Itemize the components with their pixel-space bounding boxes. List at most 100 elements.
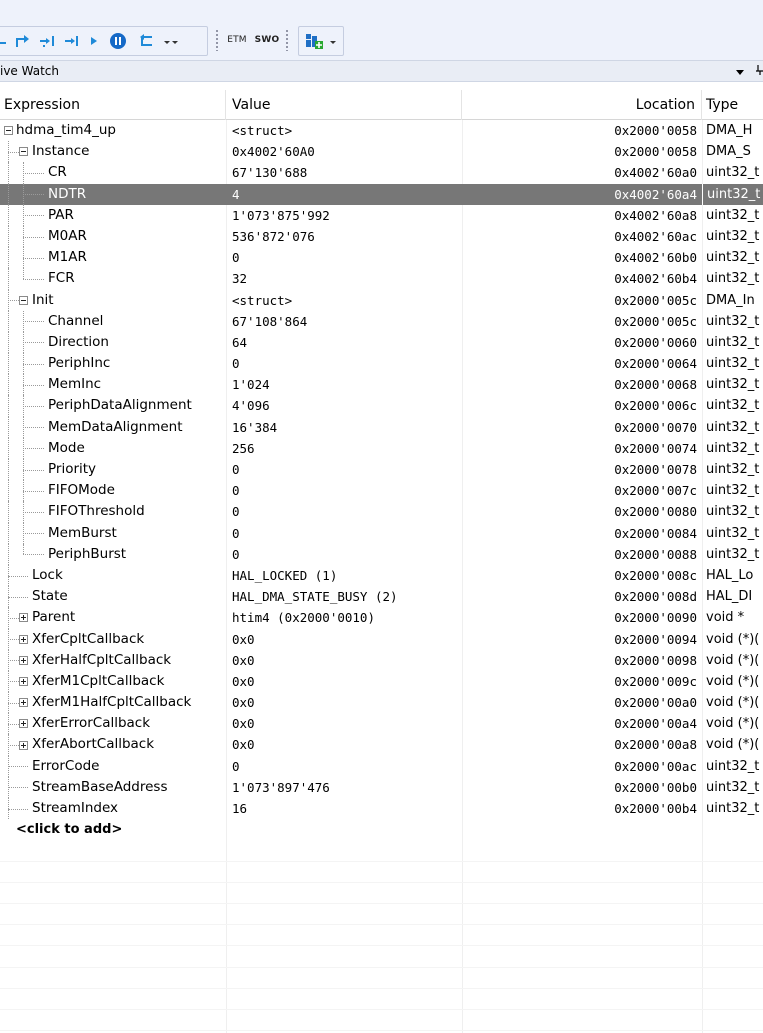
watch-row[interactable]: XferCpltCallback 0x0 0x2000'0094 void (*)( (0, 628, 763, 650)
value-cell[interactable]: <struct> (226, 290, 462, 311)
value-cell[interactable]: 64 (226, 332, 462, 353)
expression-cell[interactable]: XferM1HalfCpltCallback (0, 692, 226, 714)
expression-cell[interactable]: Mode (0, 437, 226, 459)
value-cell[interactable]: 0x0 (226, 734, 462, 755)
watch-row[interactable]: MemInc 1'024 0x2000'0068 uint32_t (0, 374, 763, 396)
step-over-button[interactable] (13, 30, 33, 52)
expression-cell[interactable]: MemDataAlignment (0, 416, 226, 438)
watch-row[interactable]: MemDataAlignment 16'384 0x2000'0070 uint32_… (0, 416, 763, 438)
value-cell[interactable]: 1'024 (226, 374, 462, 395)
watch-row[interactable]: FCR 32 0x4002'60b4 uint32_t (0, 268, 763, 290)
value-cell[interactable]: 16'384 (226, 417, 462, 438)
expression-cell[interactable]: M1AR (0, 247, 226, 269)
value-cell[interactable]: HAL_DMA_STATE_BUSY (2) (226, 586, 462, 607)
expression-cell[interactable]: CR (0, 162, 226, 184)
expression-cell[interactable]: XferAbortCallback (0, 734, 226, 756)
expression-cell[interactable]: hdma_tim4_up (0, 120, 226, 141)
value-cell[interactable]: 0 (226, 480, 462, 501)
expression-cell[interactable]: MemBurst (0, 522, 226, 544)
expression-cell[interactable]: Init (0, 289, 226, 311)
value-cell[interactable]: 4 (226, 184, 462, 205)
watch-row[interactable]: Channel 67'108'864 0x2000'005c uint32_t (0, 310, 763, 332)
value-cell[interactable]: 0 (226, 756, 462, 777)
value-cell[interactable]: 1'073'875'992 (226, 205, 462, 226)
expression-cell[interactable]: MemInc (0, 374, 226, 396)
value-cell[interactable]: 536'872'076 (226, 226, 462, 247)
expression-cell[interactable]: PeriphInc (0, 353, 226, 375)
expression-cell[interactable]: PeriphDataAlignment (0, 395, 226, 417)
watch-row[interactable]: ErrorCode 0 0x2000'00ac uint32_t (0, 755, 763, 777)
stop-debugging-button[interactable] (133, 30, 161, 52)
watch-row[interactable]: PAR 1'073'875'992 0x4002'60a8 uint32_t (0, 204, 763, 226)
value-cell[interactable]: 0 (226, 247, 462, 268)
column-header-expression[interactable]: Expression (0, 90, 226, 120)
value-cell[interactable]: 0 (226, 523, 462, 544)
expression-cell[interactable]: State (0, 586, 226, 608)
expression-cell[interactable]: PeriphBurst (0, 543, 226, 565)
expression-cell[interactable]: Instance (0, 141, 226, 163)
expression-cell[interactable]: M0AR (0, 225, 226, 248)
watch-row[interactable]: hdma_tim4_up <struct> 0x2000'0058 DMA_H (0, 120, 763, 141)
expression-cell[interactable]: XferCpltCallback (0, 628, 226, 650)
expression-cell[interactable]: Direction (0, 331, 226, 354)
watch-row[interactable]: Parent htim4 (0x2000'0010) 0x2000'0090 void… (0, 607, 763, 629)
toolbar-grip[interactable] (285, 29, 289, 51)
watch-row[interactable]: PeriphBurst 0 0x2000'0088 uint32_t (0, 543, 763, 565)
expand-icon[interactable] (19, 740, 28, 750)
watch-row[interactable]: Init <struct> 0x2000'005c DMA_In (0, 289, 763, 311)
expression-cell[interactable]: StreamBaseAddress (0, 776, 226, 798)
collapse-icon[interactable] (19, 295, 28, 305)
watch-row[interactable]: FIFOMode 0 0x2000'007c uint32_t (0, 480, 763, 502)
step-into-button[interactable] (37, 30, 57, 52)
value-cell[interactable]: 32 (226, 268, 462, 289)
window-dropdown[interactable] (329, 30, 337, 52)
watch-row[interactable]: StreamIndex 16 0x2000'00b4 uint32_t (0, 798, 763, 820)
expression-cell[interactable]: XferM1CpltCallback (0, 670, 226, 693)
expression-cell[interactable]: Channel (0, 310, 226, 332)
expand-icon[interactable] (19, 719, 28, 729)
watch-row[interactable]: Instance 0x4002'60A0 0x2000'0058 DMA_S (0, 141, 763, 163)
expand-icon[interactable] (19, 634, 28, 644)
expression-cell[interactable]: NDTR (0, 183, 226, 205)
watch-row[interactable]: State HAL_DMA_STATE_BUSY (2) 0x2000'008d HA… (0, 586, 763, 608)
expression-cell[interactable]: XferHalfCpltCallback (0, 649, 226, 671)
expand-icon[interactable] (19, 676, 28, 686)
watch-row[interactable]: Priority 0 0x2000'0078 uint32_t (0, 459, 763, 481)
value-cell[interactable]: htim4 (0x2000'0010) (226, 607, 462, 628)
watch-row[interactable]: XferM1CpltCallback 0x0 0x2000'009c void (*)… (0, 670, 763, 693)
value-cell[interactable]: 0x0 (226, 713, 462, 734)
run-to-cursor-button[interactable] (61, 30, 81, 52)
expression-cell[interactable]: Priority (0, 459, 226, 481)
value-cell[interactable]: <struct> (226, 120, 462, 141)
column-header-location[interactable]: Location (462, 90, 702, 120)
collapse-icon[interactable] (4, 126, 13, 136)
click-to-add-text[interactable]: <click to add> (0, 819, 226, 840)
expression-cell[interactable]: Lock (0, 564, 226, 587)
value-cell[interactable]: 0 (226, 353, 462, 374)
watch-row[interactable]: FIFOThreshold 0 0x2000'0080 uint32_t (0, 501, 763, 523)
watch-row[interactable]: PeriphDataAlignment 4'096 0x2000'006c uint3… (0, 395, 763, 417)
value-cell[interactable]: 4'096 (226, 395, 462, 416)
toolbar-grip[interactable] (215, 29, 219, 51)
value-cell[interactable]: 0x0 (226, 692, 462, 713)
value-cell[interactable]: HAL_LOCKED (1) (226, 565, 462, 586)
expression-cell[interactable]: FIFOThreshold (0, 501, 226, 523)
expression-cell[interactable]: StreamIndex (0, 798, 226, 820)
watch-row[interactable]: CR 67'130'688 0x4002'60a0 uint32_t (0, 162, 763, 184)
watch-row[interactable]: Direction 64 0x2000'0060 uint32_t (0, 331, 763, 354)
add-watch-row[interactable]: <click to add> (0, 819, 763, 840)
expand-icon[interactable] (19, 613, 28, 623)
reset-button[interactable] (0, 30, 9, 52)
value-cell[interactable]: 16 (226, 798, 462, 819)
value-cell[interactable]: 1'073'897'476 (226, 777, 462, 798)
expression-cell[interactable]: XferErrorCallback (0, 713, 226, 735)
column-header-value[interactable]: Value (226, 90, 462, 120)
toolbar-overflow[interactable] (171, 30, 179, 52)
windows-button[interactable] (301, 30, 327, 52)
collapse-icon[interactable] (19, 147, 28, 157)
panel-menu-icon[interactable] (736, 70, 744, 75)
value-cell[interactable]: 0x0 (226, 671, 462, 692)
expand-icon[interactable] (19, 698, 28, 708)
pin-icon[interactable] (756, 65, 763, 75)
expression-cell[interactable]: Parent (0, 607, 226, 629)
